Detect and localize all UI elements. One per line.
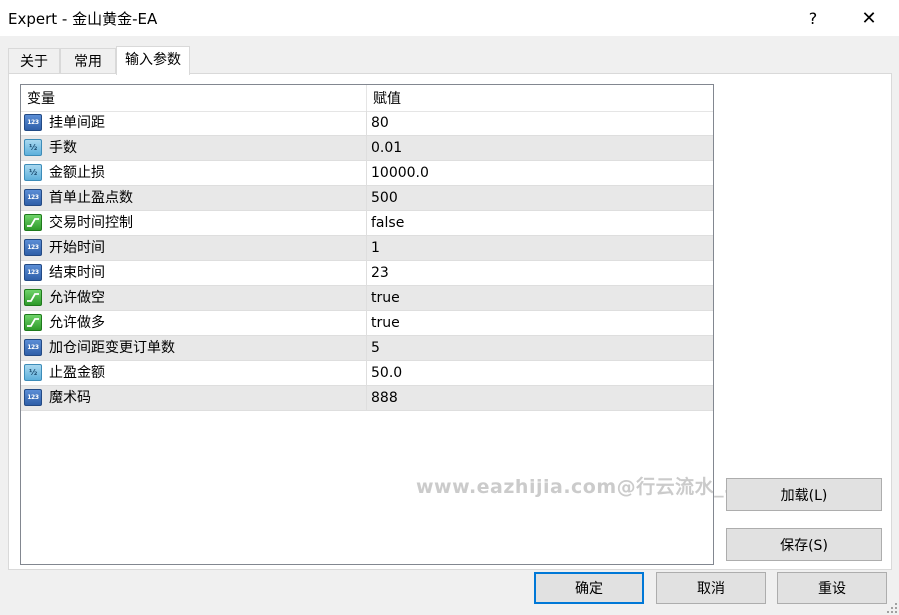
bool-type-icon bbox=[24, 214, 42, 231]
value-cell[interactable]: true bbox=[371, 311, 400, 335]
variable-cell: 123 魔术码 bbox=[21, 386, 367, 410]
table-row[interactable]: ½ 手数 0.01 bbox=[21, 136, 713, 161]
variable-cell: ½ 止盈金额 bbox=[21, 361, 367, 385]
int-type-icon: 123 bbox=[24, 264, 42, 281]
int-type-icon: 123 bbox=[24, 239, 42, 256]
table-row[interactable]: 交易时间控制 false bbox=[21, 211, 713, 236]
value-cell[interactable]: 5 bbox=[371, 336, 380, 360]
variable-cell: ½ 金额止损 bbox=[21, 161, 367, 185]
variable-name: 首单止盈点数 bbox=[49, 190, 133, 206]
value-cell[interactable]: 23 bbox=[371, 261, 389, 285]
variable-name: 手数 bbox=[49, 140, 77, 156]
variable-cell: 123 结束时间 bbox=[21, 261, 367, 285]
int-type-icon: 123 bbox=[24, 389, 42, 406]
close-button[interactable]: ✕ bbox=[846, 0, 892, 36]
variable-name: 结束时间 bbox=[49, 265, 105, 281]
double-type-icon: ½ bbox=[24, 164, 42, 181]
table-row[interactable]: 允许做空 true bbox=[21, 286, 713, 311]
variable-cell: 交易时间控制 bbox=[21, 211, 367, 235]
ok-button[interactable]: 确定 bbox=[534, 572, 644, 604]
double-type-icon: ½ bbox=[24, 364, 42, 381]
title-bar: Expert - 金山黄金-EA ? ✕ bbox=[0, 0, 899, 36]
variable-name: 金额止损 bbox=[49, 165, 105, 181]
variable-cell: 允许做多 bbox=[21, 311, 367, 335]
table-row[interactable]: 123 首单止盈点数 500 bbox=[21, 186, 713, 211]
close-icon: ✕ bbox=[861, 7, 877, 29]
table-row[interactable]: 123 魔术码 888 bbox=[21, 386, 713, 411]
table-row[interactable]: 123 加仓间距变更订单数 5 bbox=[21, 336, 713, 361]
watermark-text: www.eazhijia.com@行云流水_3971 bbox=[416, 476, 780, 498]
grid-header: 变量 赋值 bbox=[21, 85, 713, 112]
variable-cell: 123 开始时间 bbox=[21, 236, 367, 260]
int-type-icon: 123 bbox=[24, 114, 42, 131]
value-cell[interactable]: false bbox=[371, 211, 404, 235]
table-row[interactable]: 123 挂单间距 80 bbox=[21, 111, 713, 136]
save-button[interactable]: 保存(S) bbox=[726, 528, 882, 561]
int-type-icon: 123 bbox=[24, 189, 42, 206]
variable-name: 允许做多 bbox=[49, 315, 105, 331]
tab-inputs[interactable]: 输入参数 bbox=[116, 46, 190, 75]
bool-type-icon bbox=[24, 314, 42, 331]
variable-name: 交易时间控制 bbox=[49, 215, 133, 231]
value-cell[interactable]: 888 bbox=[371, 386, 398, 410]
column-header-value[interactable]: 赋值 bbox=[367, 85, 713, 111]
reset-button[interactable]: 重设 bbox=[777, 572, 887, 604]
value-cell[interactable]: 500 bbox=[371, 186, 398, 210]
double-type-icon: ½ bbox=[24, 139, 42, 156]
table-row[interactable]: 123 结束时间 23 bbox=[21, 261, 713, 286]
help-button[interactable]: ? bbox=[790, 0, 836, 36]
value-cell[interactable]: 10000.0 bbox=[371, 161, 429, 185]
variable-name: 允许做空 bbox=[49, 290, 105, 306]
variable-cell: ½ 手数 bbox=[21, 136, 367, 160]
load-button[interactable]: 加载(L) bbox=[726, 478, 882, 511]
cancel-button[interactable]: 取消 bbox=[656, 572, 766, 604]
variable-name: 止盈金额 bbox=[49, 365, 105, 381]
value-cell[interactable]: 1 bbox=[371, 236, 380, 260]
tab-common[interactable]: 常用 bbox=[60, 48, 116, 74]
table-row[interactable]: 允许做多 true bbox=[21, 311, 713, 336]
table-row[interactable]: ½ 止盈金额 50.0 bbox=[21, 361, 713, 386]
tab-about[interactable]: 关于 bbox=[8, 48, 60, 74]
bool-type-icon bbox=[24, 289, 42, 306]
variable-name: 开始时间 bbox=[49, 240, 105, 256]
int-type-icon: 123 bbox=[24, 339, 42, 356]
window-title: Expert - 金山黄金-EA bbox=[8, 10, 158, 28]
variable-cell: 允许做空 bbox=[21, 286, 367, 310]
variable-name: 挂单间距 bbox=[49, 115, 105, 131]
variable-name: 魔术码 bbox=[49, 390, 91, 406]
variable-name: 加仓间距变更订单数 bbox=[49, 340, 175, 356]
table-row[interactable]: 123 开始时间 1 bbox=[21, 236, 713, 261]
column-header-variable[interactable]: 变量 bbox=[21, 85, 367, 111]
resize-grip-icon[interactable] bbox=[885, 601, 897, 613]
value-cell[interactable]: 50.0 bbox=[371, 361, 402, 385]
value-cell[interactable]: 80 bbox=[371, 111, 389, 135]
table-row[interactable]: ½ 金额止损 10000.0 bbox=[21, 161, 713, 186]
help-icon: ? bbox=[808, 8, 818, 28]
variable-cell: 123 首单止盈点数 bbox=[21, 186, 367, 210]
variable-cell: 123 挂单间距 bbox=[21, 111, 367, 135]
value-cell[interactable]: true bbox=[371, 286, 400, 310]
variable-cell: 123 加仓间距变更订单数 bbox=[21, 336, 367, 360]
value-cell[interactable]: 0.01 bbox=[371, 136, 402, 160]
